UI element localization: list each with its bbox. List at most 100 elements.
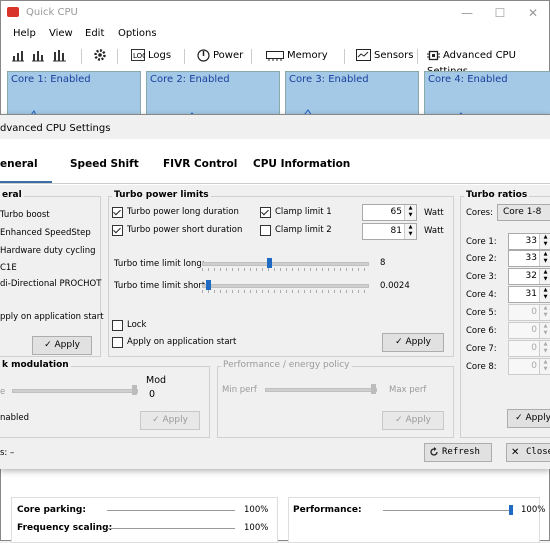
- core-4-label: Core 4: Enabled: [428, 74, 508, 85]
- time-limit-long-thumb[interactable]: [267, 258, 272, 268]
- lock-checkbox[interactable]: [112, 320, 123, 331]
- ratio-core-3-input[interactable]: 32 ▲ ▼: [508, 268, 550, 285]
- turbo-apply-on-start-label: Apply on application start: [127, 337, 237, 347]
- cores-select[interactable]: Core 1-8: [497, 204, 550, 221]
- max-perf-label: Max perf: [389, 385, 427, 395]
- frequency-scaling-label: Frequency scaling:: [17, 523, 113, 533]
- turbo-apply-on-start-checkbox[interactable]: [112, 337, 123, 348]
- toolbar: LOG Logs Power Memory Sensors Advanced CP…: [1, 45, 549, 77]
- bidirectional-prochot-option[interactable]: di-Directional PROCHOT: [0, 279, 101, 289]
- clock-modulation-thumb: [132, 385, 137, 395]
- chart-medium-icon[interactable]: [31, 48, 48, 64]
- sensors-icon: [356, 49, 371, 61]
- power-short-input[interactable]: 81 ▲ ▼: [362, 223, 417, 240]
- core-parking-bar: [107, 510, 235, 511]
- ratio-core-6-value: 0: [531, 325, 537, 335]
- clock-modulation-title: k modulation: [0, 360, 71, 370]
- advanced-cpu-settings-button[interactable]: Advanced CPU Settings: [427, 48, 549, 77]
- turbo-ratios-title: Turbo ratios: [464, 190, 530, 200]
- sensors-label: Sensors: [374, 50, 414, 61]
- close-button[interactable]: ✕ Close: [506, 443, 550, 462]
- general-apply-button[interactable]: ✓ Apply: [32, 336, 92, 355]
- ratio-core-6-input: 0 ▲ ▼: [508, 322, 550, 339]
- memory-icon: [266, 50, 284, 61]
- refresh-button[interactable]: Refresh: [424, 443, 492, 462]
- menu-help[interactable]: Help: [13, 28, 36, 39]
- performance-slider-thumb[interactable]: [509, 505, 513, 515]
- memory-button[interactable]: Memory: [266, 48, 328, 64]
- turbo-boost-option[interactable]: Turbo boost: [0, 210, 50, 220]
- close-label: Close: [526, 447, 550, 457]
- ratio-core-2-input[interactable]: 33 ▲ ▼: [508, 250, 550, 267]
- tab-speed-shift[interactable]: Speed Shift: [70, 158, 139, 170]
- watt-unit-1: Watt: [424, 208, 444, 218]
- spin-arrows-icon[interactable]: ▲ ▼: [539, 251, 550, 266]
- general-apply-on-start[interactable]: pply on application start: [0, 312, 104, 322]
- close-window-button[interactable]: ✕: [522, 4, 544, 22]
- ratio-core-4-input[interactable]: 31 ▲ ▼: [508, 286, 550, 303]
- core-1-label: Core 1: Enabled: [11, 74, 91, 85]
- settings-gear-icon[interactable]: [93, 48, 110, 64]
- ratio-core-6-label: Core 6:: [466, 326, 497, 336]
- clock-mod-enabled-label[interactable]: nabled: [0, 413, 29, 423]
- enhanced-speedstep-option[interactable]: Enhanced SpeedStep: [0, 228, 91, 238]
- hardware-duty-cycling-option[interactable]: Hardware duty cycling: [0, 246, 95, 256]
- minimize-button[interactable]: —: [456, 4, 478, 22]
- menu-view[interactable]: View: [49, 28, 73, 39]
- ratio-core-3-value: 32: [525, 271, 537, 281]
- sensors-button[interactable]: Sensors: [356, 48, 414, 64]
- tab-fivr-control[interactable]: FIVR Control: [163, 158, 237, 170]
- power-long-input[interactable]: 65 ▲ ▼: [362, 204, 417, 221]
- chart-large-icon[interactable]: [53, 48, 70, 64]
- app-icon: [7, 7, 19, 17]
- clock-mod-apply-button: ✓ Apply: [140, 411, 200, 430]
- time-limit-long-value: 8: [380, 258, 386, 268]
- tab-general[interactable]: eneral: [0, 158, 38, 170]
- turbo-ratios-apply-button[interactable]: ✓ Apply: [507, 409, 550, 428]
- ratio-core-5-value: 0: [531, 307, 537, 317]
- ratio-core-2-value: 33: [525, 253, 537, 263]
- menu-edit[interactable]: Edit: [85, 28, 104, 39]
- spin-arrows-icon[interactable]: ▲ ▼: [539, 269, 550, 284]
- turbo-short-duration-label: Turbo power short duration: [127, 225, 243, 235]
- status-text: s: –: [0, 448, 15, 458]
- clock-modulation-slider: [12, 389, 138, 393]
- power-label: Power: [213, 50, 244, 61]
- clamp-limit-2-checkbox[interactable]: [260, 225, 271, 236]
- spin-arrows-icon[interactable]: ▲ ▼: [404, 205, 416, 220]
- time-limit-short-value: 0.0024: [380, 281, 410, 291]
- menu-options[interactable]: Options: [118, 28, 157, 39]
- turbo-apply-button[interactable]: ✓ Apply: [382, 333, 444, 352]
- turbo-long-duration-checkbox[interactable]: [112, 207, 123, 218]
- checkmark-icon: ✓: [395, 337, 406, 347]
- logs-button[interactable]: LOG Logs: [131, 48, 171, 64]
- tabs: eneral Speed Shift FIVR Control CPU Info…: [0, 149, 550, 183]
- ratio-core-1-input[interactable]: 33 ▲ ▼: [508, 233, 550, 250]
- spin-arrows-icon[interactable]: ▲ ▼: [404, 224, 416, 239]
- mod-value: 0: [149, 389, 156, 400]
- spin-arrows-icon[interactable]: ▲ ▼: [539, 287, 550, 302]
- time-limit-long-slider[interactable]: [202, 262, 369, 266]
- watt-unit-2: Watt: [424, 226, 444, 236]
- ratio-core-8-label: Core 8:: [466, 362, 497, 372]
- perf-policy-slider: [265, 388, 377, 392]
- time-limit-short-thumb[interactable]: [206, 280, 211, 290]
- menu-bar: Help View Edit Options: [1, 26, 549, 44]
- maximize-button[interactable]: ☐: [489, 4, 511, 22]
- parking-panel: [11, 497, 278, 543]
- ratio-core-7-value: 0: [531, 343, 537, 353]
- spin-arrows-icon: ▲ ▼: [539, 323, 550, 338]
- power-button[interactable]: Power: [197, 48, 243, 64]
- general-apply-label: Apply: [54, 340, 80, 350]
- spin-arrows-icon: ▲ ▼: [539, 305, 550, 320]
- ratio-core-7-label: Core 7:: [466, 344, 497, 354]
- chart-small-icon[interactable]: [11, 48, 28, 64]
- clamp-limit-1-checkbox[interactable]: [260, 207, 271, 218]
- tab-cpu-information[interactable]: CPU Information: [253, 158, 350, 170]
- time-limit-short-slider[interactable]: [202, 284, 369, 288]
- perf-policy-apply-label: Apply: [405, 415, 431, 425]
- spin-arrows-icon[interactable]: ▲ ▼: [539, 234, 550, 249]
- svg-text:LOG: LOG: [133, 52, 145, 60]
- c1e-option[interactable]: C1E: [0, 263, 17, 273]
- turbo-short-duration-checkbox[interactable]: [112, 225, 123, 236]
